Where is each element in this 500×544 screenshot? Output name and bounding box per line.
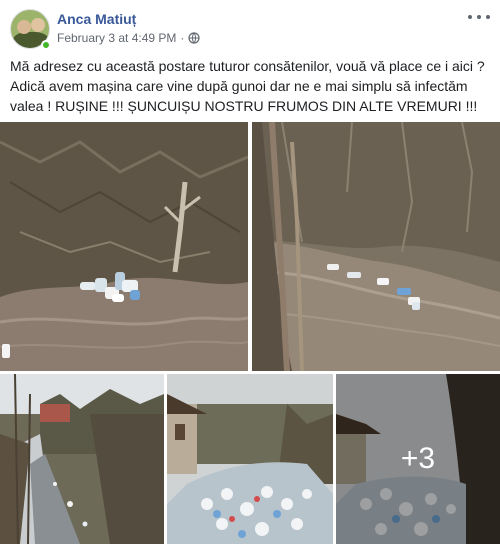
meta-separator: · xyxy=(180,31,185,45)
photo-3[interactable] xyxy=(0,374,164,544)
post-timestamp[interactable]: February 3 at 4:49 PM xyxy=(57,31,176,45)
more-options-icon[interactable] xyxy=(468,10,490,24)
more-photos-overlay[interactable]: +3 xyxy=(336,374,500,544)
more-photos-count: +3 xyxy=(400,442,436,475)
photo-5-more[interactable]: +3 xyxy=(336,374,500,544)
post-text-line-1: Mă adresez cu această postare tuturor co… xyxy=(10,58,485,74)
photo-4[interactable] xyxy=(167,374,333,544)
online-status-icon xyxy=(41,40,51,50)
post-text: Mă adresez cu această postare tuturor co… xyxy=(10,56,494,116)
post-header: Anca Matiuț February 3 at 4:49 PM · xyxy=(0,0,500,50)
globe-icon[interactable] xyxy=(188,32,200,44)
photo-2[interactable] xyxy=(252,122,500,371)
post-text-line-2: Adică avem mașina care vine după gunoi d… xyxy=(10,78,478,114)
author-name[interactable]: Anca Matiuț xyxy=(57,11,136,27)
photo-1[interactable] xyxy=(0,122,248,371)
post-meta: February 3 at 4:49 PM · xyxy=(57,31,200,45)
